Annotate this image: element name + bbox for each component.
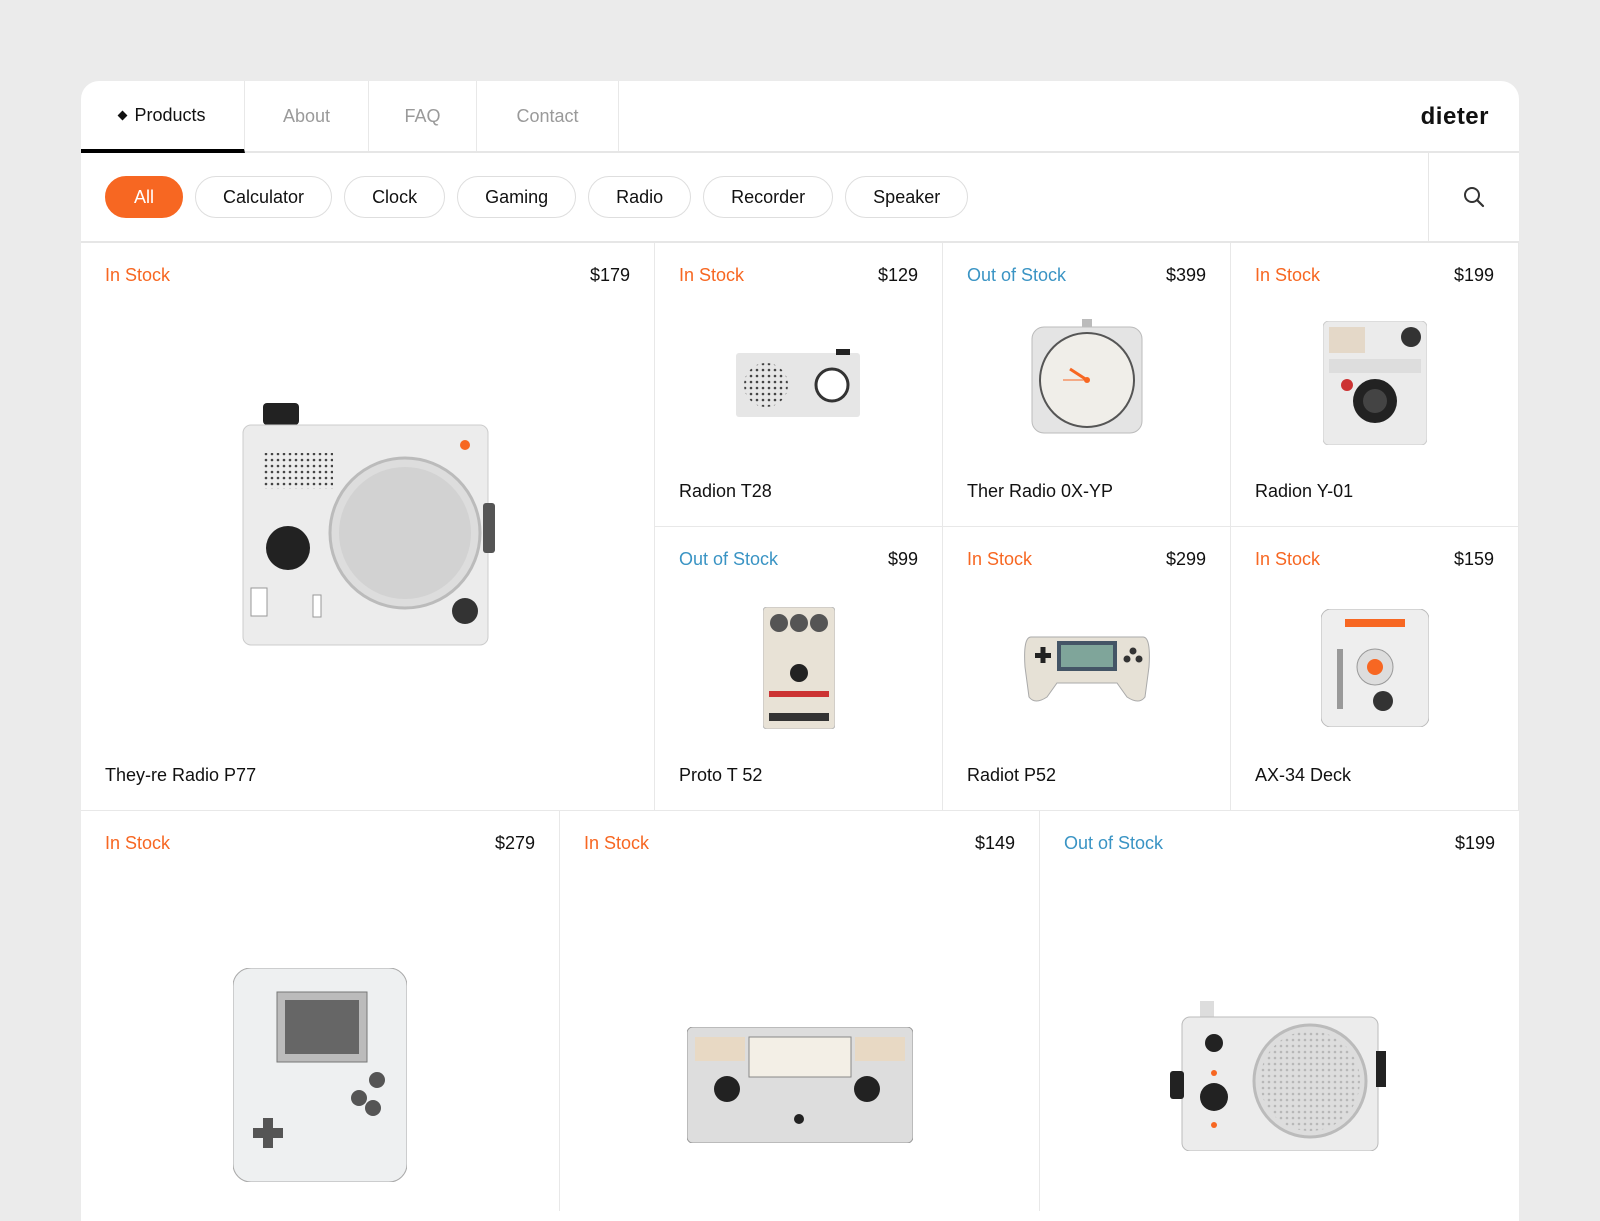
recorder-image [763,607,835,729]
stock-status: In Stock [105,265,170,286]
filter-all[interactable]: All [105,176,183,218]
product-price: $99 [888,549,918,570]
stock-status: Out of Stock [967,265,1066,286]
filter-bar: All Calculator Clock Gaming Radio Record… [81,153,1519,243]
receiver-image [687,1027,913,1143]
product-card[interactable]: In Stock $279 [81,811,560,1211]
product-card[interactable]: Out of Stock $399 Ther Radio 0X-YP [943,243,1231,527]
stock-status: In Stock [1255,265,1320,286]
product-card[interactable]: In Stock $179 They-re Radio P77 [81,243,655,811]
product-card[interactable]: In Stock $159 AX-34 Deck [1231,527,1519,811]
radio-large-image [233,403,503,653]
product-name: Radion T28 [679,481,772,502]
filter-radio[interactable]: Radio [588,176,691,218]
product-price: $159 [1454,549,1494,570]
brand-logo[interactable]: dieter [1421,103,1489,131]
filter-speaker[interactable]: Speaker [845,176,968,218]
handheld-image [233,968,407,1182]
stock-status: Out of Stock [1064,833,1163,854]
search-button[interactable] [1429,153,1519,241]
product-name: Radiot P52 [967,765,1056,786]
filter-recorder[interactable]: Recorder [703,176,833,218]
search-icon [1463,186,1485,208]
product-grid: In Stock $179 They-re Radio P77 In Stock… [81,243,1519,811]
product-card[interactable]: Out of Stock $199 [1040,811,1519,1211]
product-name: Radion Y-01 [1255,481,1353,502]
app-window: Products About FAQ Contact dieter All Ca… [81,81,1519,1221]
stock-status: In Stock [105,833,170,854]
product-card[interactable]: In Stock $149 [560,811,1040,1211]
product-price: $279 [495,833,535,854]
product-card[interactable]: Out of Stock $99 Proto T 52 [655,527,943,811]
product-price: $199 [1455,833,1495,854]
stock-status: In Stock [1255,549,1320,570]
product-price: $179 [590,265,630,286]
tab-faq[interactable]: FAQ [369,81,477,151]
product-price: $129 [878,265,918,286]
tab-products[interactable]: Products [81,81,245,153]
product-grid-row: In Stock $279 In Stock $149 Out of Stock… [81,811,1519,1211]
camera-image [1323,321,1427,445]
stock-status: Out of Stock [679,549,778,570]
filter-clock[interactable]: Clock [344,176,445,218]
product-name: They-re Radio P77 [105,765,256,786]
speaker-image [1170,1001,1390,1151]
filter-calculator[interactable]: Calculator [195,176,332,218]
stock-status: In Stock [967,549,1032,570]
product-name: Proto T 52 [679,765,762,786]
top-nav: Products About FAQ Contact dieter [81,81,1519,153]
tab-contact[interactable]: Contact [477,81,619,151]
deck-image [1321,609,1429,727]
product-name: AX-34 Deck [1255,765,1351,786]
stock-status: In Stock [584,833,649,854]
product-card[interactable]: In Stock $129 Radion T28 [655,243,943,527]
tab-label: Products [134,105,205,126]
product-card[interactable]: In Stock $299 Radiot P52 [943,527,1231,811]
product-price: $149 [975,833,1015,854]
diamond-icon [118,110,128,120]
gamepad-image [1023,627,1151,705]
product-price: $199 [1454,265,1494,286]
product-name: Ther Radio 0X-YP [967,481,1113,502]
filter-gaming[interactable]: Gaming [457,176,576,218]
tab-about[interactable]: About [245,81,369,151]
stock-status: In Stock [679,265,744,286]
clock-image [1030,319,1144,435]
product-card[interactable]: In Stock $199 Radion Y-01 [1231,243,1519,527]
radio-small-image [736,349,862,417]
product-price: $299 [1166,549,1206,570]
product-price: $399 [1166,265,1206,286]
